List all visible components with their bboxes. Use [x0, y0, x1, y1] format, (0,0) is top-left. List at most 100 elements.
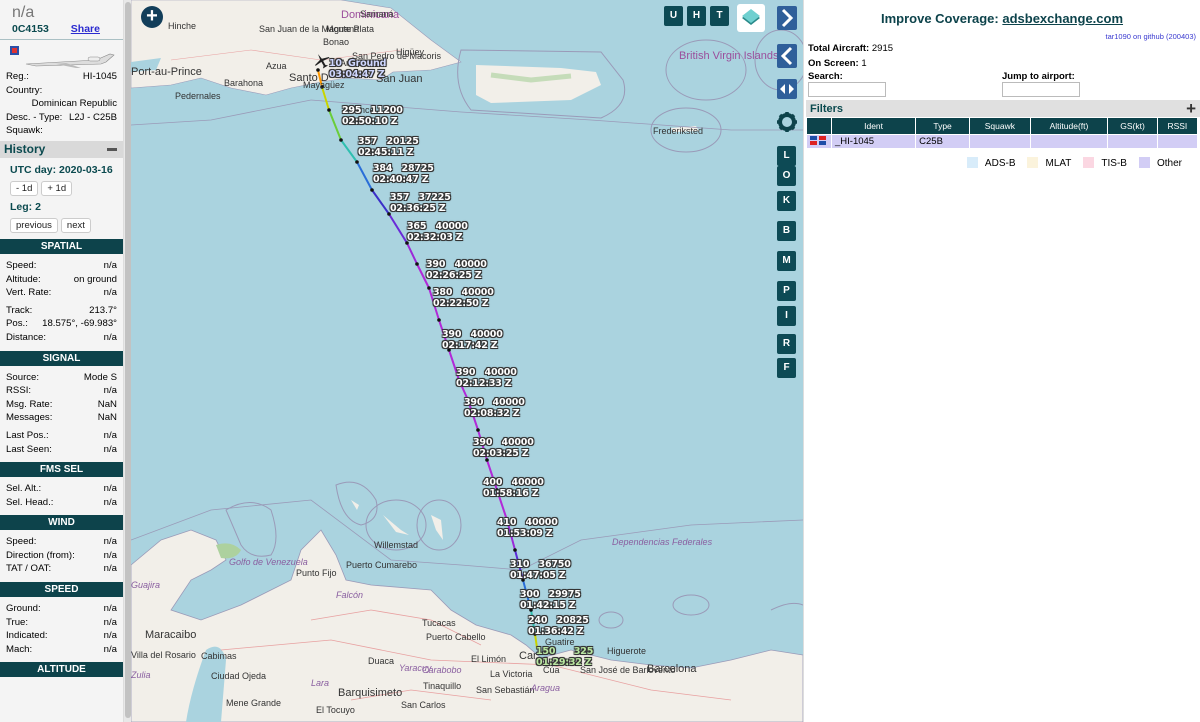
- map-toggle-p-button[interactable]: P: [777, 281, 796, 301]
- track-label[interactable]: 390 40000 02:26:25 Z: [426, 259, 487, 281]
- share-link[interactable]: Share: [71, 23, 100, 35]
- chevron-left-icon: [780, 46, 793, 66]
- track-label[interactable]: 295 11200 02:50:10 Z: [342, 105, 403, 127]
- section-body: Speed: n/a Altitude: on ground Vert. Rate: n/…: [0, 254, 123, 345]
- column-header[interactable]: RSSI: [1157, 118, 1197, 134]
- map-toggle-l-button[interactable]: L: [777, 146, 796, 166]
- track-label[interactable]: 357 20125 02:45:11 Z: [358, 136, 419, 158]
- next-leg-button[interactable]: next: [60, 217, 91, 233]
- minus-day-button[interactable]: - 1d: [10, 180, 39, 196]
- track-point[interactable]: [476, 428, 480, 432]
- track-label[interactable]: 390 40000 02:08:32 Z: [464, 397, 525, 419]
- map-toggle-i-button[interactable]: I: [777, 306, 796, 326]
- map-toggle-k-button[interactable]: K: [777, 191, 796, 211]
- show-sidebar-button[interactable]: [777, 44, 797, 68]
- track-label[interactable]: 357 37225 02:36:25 Z: [390, 192, 451, 214]
- info-value: 18.575°, -69.983°: [42, 318, 117, 330]
- filters-header[interactable]: Filters +: [806, 100, 1200, 117]
- map-view[interactable]: Hinche San Juan de la Maguana Bonao Monte P…: [131, 0, 803, 722]
- track-label[interactable]: 240 20825 01:36:42 Z: [528, 615, 589, 637]
- track-label[interactable]: 390 40000 02:17:42 Z: [442, 329, 503, 351]
- track-label[interactable]: 365 40000 02:32:03 Z: [407, 221, 468, 243]
- section-header-fms-sel[interactable]: FMS SEL: [0, 462, 123, 478]
- track-point[interactable]: [437, 318, 441, 322]
- track-label-speed-alt: 390 40000: [426, 259, 487, 270]
- collapse-icon[interactable]: [107, 147, 117, 151]
- map-place-label: Barcelona: [647, 663, 697, 675]
- track-point[interactable]: [339, 138, 343, 142]
- map-toggle-r-button[interactable]: R: [777, 334, 796, 354]
- track-label[interactable]: 310 36750 01:47:05 Z: [510, 559, 571, 581]
- adsbexchange-link[interactable]: adsbexchange.com: [1002, 11, 1123, 26]
- track-label[interactable]: 400 40000 01:58:16 Z: [483, 477, 544, 499]
- section-header-wind[interactable]: WIND: [0, 515, 123, 531]
- track-label[interactable]: 390 40000 02:12:33 Z: [456, 367, 517, 389]
- search-input[interactable]: [808, 82, 886, 97]
- track-point[interactable]: [415, 262, 419, 266]
- track-point[interactable]: [370, 188, 374, 192]
- column-header[interactable]: Ident: [832, 118, 916, 134]
- map-place-label: Barahona: [224, 78, 264, 88]
- zoom-in-button[interactable]: +: [141, 6, 163, 28]
- track-point[interactable]: [513, 548, 517, 552]
- expand-plus-icon[interactable]: +: [1186, 100, 1196, 117]
- column-header[interactable]: Altitude(ft): [1030, 118, 1108, 134]
- section-header-spatial[interactable]: SPATIAL: [0, 238, 123, 254]
- version-link[interactable]: tar1090 on github (200403): [1106, 32, 1197, 41]
- track-label-time: 02:17:42 Z: [442, 339, 498, 351]
- track-label-time: 02:03:25 Z: [473, 447, 529, 459]
- column-header[interactable]: Type: [916, 118, 969, 134]
- track-point[interactable]: [355, 160, 359, 164]
- history-header[interactable]: History: [0, 140, 123, 158]
- info-label: Sel. Head.:: [6, 496, 54, 508]
- track-point[interactable]: [327, 108, 331, 112]
- section-header-speed[interactable]: SPEED: [0, 582, 123, 598]
- info-row: Indicated: n/a: [0, 629, 123, 643]
- toggle-t-button[interactable]: T: [710, 6, 729, 26]
- gear-icon[interactable]: [776, 111, 798, 133]
- track-label[interactable]: 10 Ground 03:04:47 Z: [329, 58, 386, 80]
- previous-leg-button[interactable]: previous: [10, 217, 58, 233]
- plus-day-button[interactable]: + 1d: [41, 180, 73, 196]
- section-header-signal[interactable]: SIGNAL: [0, 350, 123, 366]
- sidebar-scrollbar[interactable]: [123, 0, 131, 722]
- map-toggle-b-button[interactable]: B: [777, 221, 796, 241]
- hide-sidebar-button[interactable]: [777, 6, 797, 30]
- aircraft-marker-icon[interactable]: [313, 52, 331, 70]
- track-label[interactable]: 300 29975 01:42:15 Z: [520, 589, 581, 611]
- map-toggle-m-button[interactable]: M: [777, 251, 796, 271]
- track-label[interactable]: 390 40000 02:03:25 Z: [473, 437, 534, 459]
- map-toggle-o-button[interactable]: O: [777, 166, 796, 186]
- legend-label: Other: [1156, 158, 1182, 169]
- info-label: Vert. Rate:: [6, 287, 52, 299]
- track-label[interactable]: 150 325 01:29:32 Z: [536, 646, 593, 668]
- track-label[interactable]: 384 28725 02:40:47 Z: [373, 163, 434, 185]
- info-value: n/a: [103, 549, 117, 561]
- track-label-speed-alt: 410 40000: [497, 517, 558, 528]
- track-label-time: 03:04:47 Z: [329, 68, 385, 80]
- layers-button[interactable]: [737, 4, 765, 32]
- legend-item-ads-b: ADS-B: [966, 157, 1015, 169]
- legend-item-tis-b: TIS-B: [1083, 157, 1127, 169]
- column-header[interactable]: Squawk: [970, 118, 1030, 134]
- map-toggle-f-button[interactable]: F: [777, 358, 796, 378]
- toggle-h-button[interactable]: H: [687, 6, 706, 26]
- track-label-speed-alt: 390 40000: [442, 329, 503, 340]
- info-value: n/a: [103, 483, 117, 495]
- column-header[interactable]: [807, 118, 831, 134]
- section-header-altitude[interactable]: ALTITUDE: [0, 662, 123, 678]
- toggle-u-button[interactable]: U: [664, 6, 683, 26]
- map-place-label: Frederiksted: [653, 126, 704, 136]
- track-label-time: 02:45:11 Z: [358, 146, 414, 158]
- table-row[interactable]: _HI-1045 C25B: [807, 135, 1197, 148]
- map-place-label: Willemstad: [374, 540, 419, 550]
- info-row: Sel. Head.: n/a: [0, 496, 123, 510]
- track-point[interactable]: [427, 286, 431, 290]
- jump-airport-input[interactable]: [1002, 82, 1080, 97]
- track-label[interactable]: 410 40000 01:53:09 Z: [497, 517, 558, 539]
- column-header[interactable]: GS(kt): [1108, 118, 1157, 134]
- map-place-label: Port-au-Prince: [131, 66, 202, 78]
- expand-sidebar-button[interactable]: [777, 79, 797, 99]
- map-place-label: El Tocuyo: [316, 705, 355, 715]
- track-label[interactable]: 380 40000 02:22:50 Z: [433, 287, 494, 309]
